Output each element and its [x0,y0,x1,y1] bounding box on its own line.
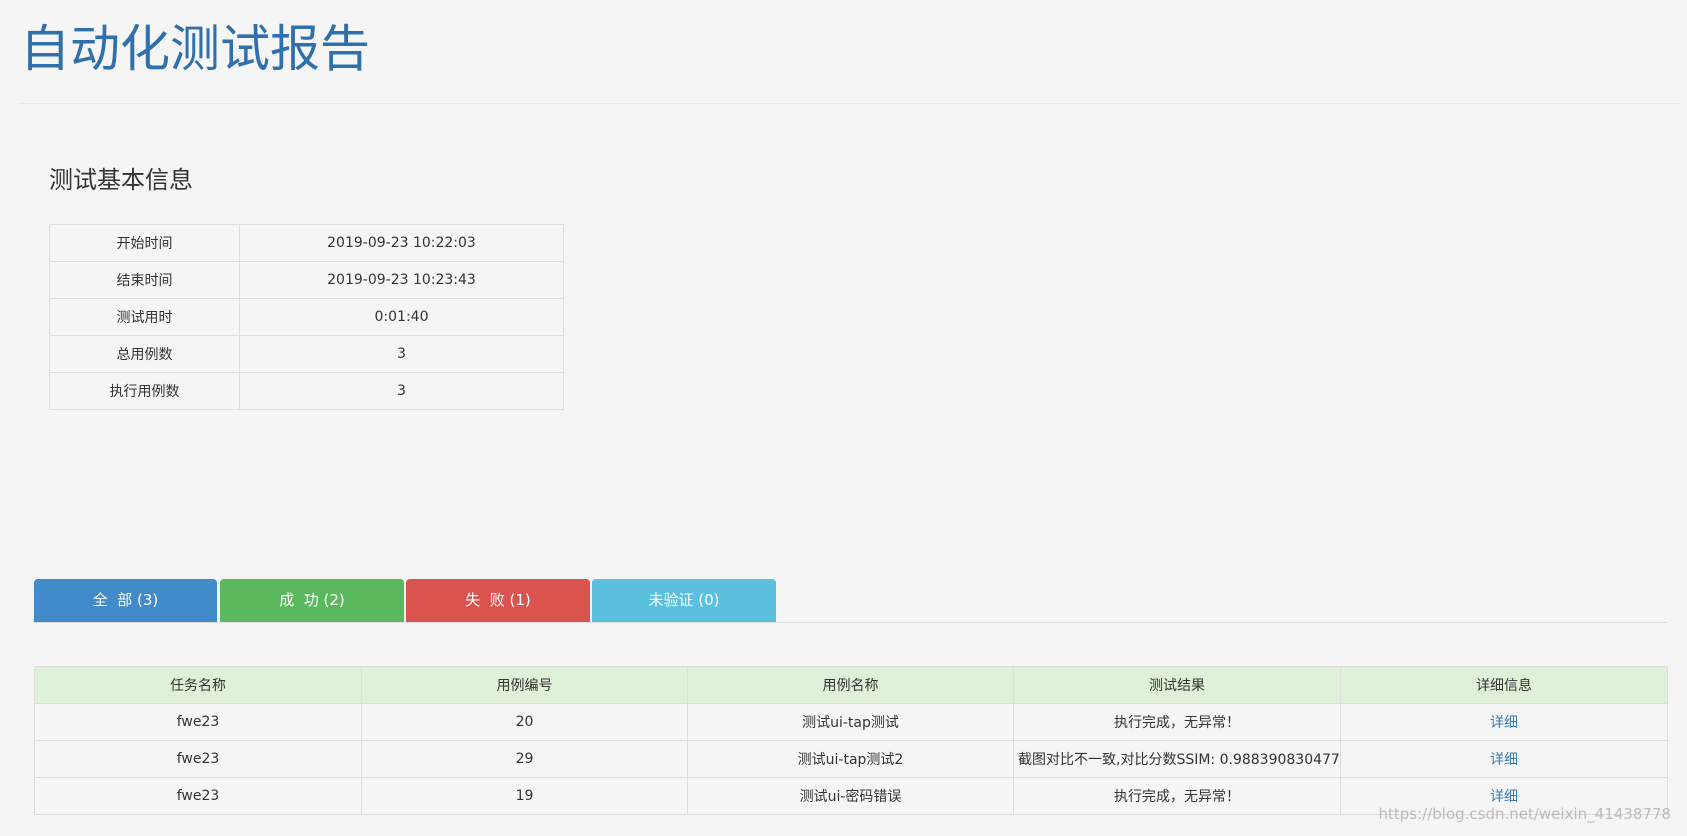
tab-success[interactable]: 成 功 (2) [220,579,404,622]
case-id-cell: 20 [361,703,688,741]
info-value: 3 [239,372,564,410]
info-row-end-time: 结束时间 2019-09-23 10:23:43 [49,261,564,299]
results-table: 任务名称 用例编号 用例名称 测试结果 详细信息 fwe23 20 测试ui-t… [34,666,1668,815]
column-header-detail: 详细信息 [1340,666,1668,704]
basic-info-title: 测试基本信息 [49,166,193,194]
task-name-cell: fwe23 [34,703,362,741]
column-header-task-name: 任务名称 [34,666,362,704]
result-cell: 执行完成，无异常！ [1013,777,1341,815]
info-row-executed-cases: 执行用例数 3 [49,372,564,410]
task-name-cell: fwe23 [34,777,362,815]
result-cell: 执行完成，无异常！ [1013,703,1341,741]
basic-info-table: 开始时间 2019-09-23 10:22:03 结束时间 2019-09-23… [49,224,564,410]
detail-cell: 详细 [1340,740,1668,778]
info-row-duration: 测试用时 0:01:40 [49,298,564,336]
page-title: 自动化测试报告 [20,20,370,78]
info-value: 0:01:40 [239,298,564,336]
result-cell: 截图对比不一致,对比分数SSIM: 0.988390830477 [1013,740,1341,778]
column-header-case-id: 用例编号 [361,666,688,704]
column-header-result: 测试结果 [1013,666,1341,704]
case-name-cell: 测试ui-tap测试2 [687,740,1014,778]
title-divider [18,103,1680,104]
info-value: 3 [239,335,564,373]
task-name-cell: fwe23 [34,740,362,778]
detail-link[interactable]: 详细 [1490,715,1518,731]
detail-link[interactable]: 详细 [1490,789,1518,805]
table-row: fwe23 29 测试ui-tap测试2 截图对比不一致,对比分数SSIM: 0… [34,740,1668,778]
info-value: 2019-09-23 10:23:43 [239,261,564,299]
watermark: https://blog.csdn.net/weixin_41438778 [1378,805,1671,823]
table-row: fwe23 20 测试ui-tap测试 执行完成，无异常！ 详细 [34,703,1668,741]
case-name-cell: 测试ui-密码错误 [687,777,1014,815]
tab-all[interactable]: 全 部 (3) [34,579,217,622]
detail-link[interactable]: 详细 [1490,752,1518,768]
detail-cell: 详细 [1340,703,1668,741]
info-label: 结束时间 [49,261,240,299]
case-name-cell: 测试ui-tap测试 [687,703,1014,741]
case-id-cell: 29 [361,740,688,778]
info-row-total-cases: 总用例数 3 [49,335,564,373]
result-filter-tabs: 全 部 (3) 成 功 (2) 失 败 (1) 未验证 (0) [34,579,1667,623]
tab-unverified[interactable]: 未验证 (0) [592,579,776,622]
info-label: 测试用时 [49,298,240,336]
info-value: 2019-09-23 10:22:03 [239,224,564,262]
info-row-start-time: 开始时间 2019-09-23 10:22:03 [49,224,564,262]
info-label: 执行用例数 [49,372,240,410]
results-header-row: 任务名称 用例编号 用例名称 测试结果 详细信息 [34,666,1668,704]
tab-fail[interactable]: 失 败 (1) [406,579,590,622]
column-header-case-name: 用例名称 [687,666,1014,704]
info-label: 开始时间 [49,224,240,262]
info-label: 总用例数 [49,335,240,373]
case-id-cell: 19 [361,777,688,815]
